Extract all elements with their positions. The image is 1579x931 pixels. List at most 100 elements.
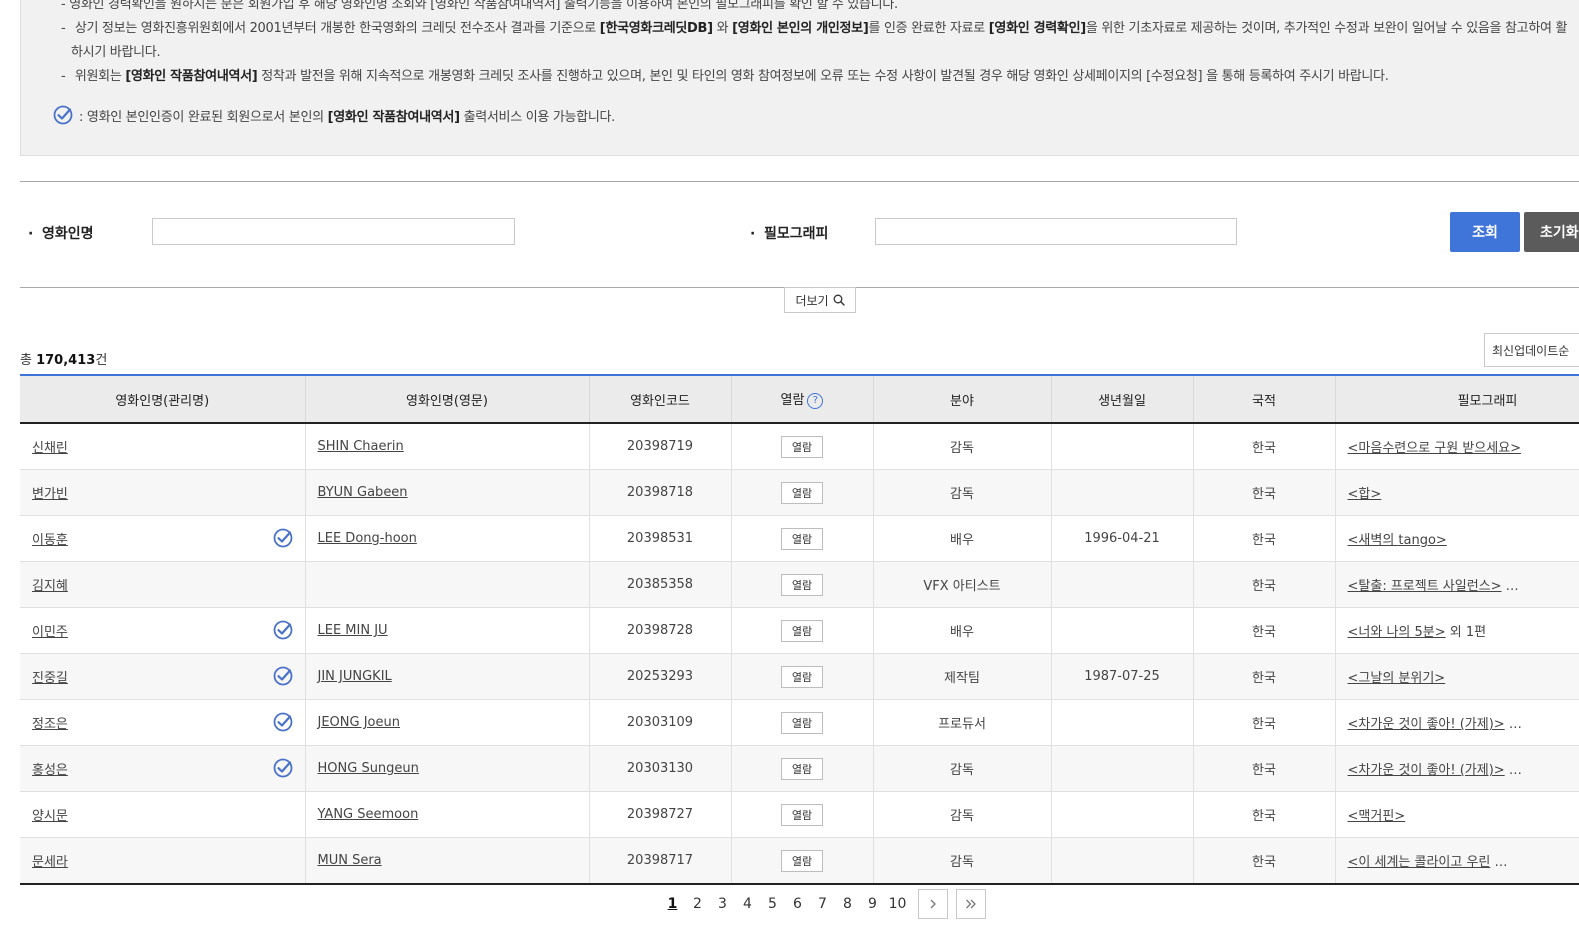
person-name-link[interactable]: 김지혜 — [32, 579, 68, 594]
filmo-link[interactable]: <새벽의 tango> — [1348, 533, 1447, 548]
table-row: 진중길 JIN JUNGKIL 20253293 열람 제작팀 1987-07-25 한국 <… — [20, 653, 1579, 700]
cell-filmo: <그날의 분위기> — [1335, 653, 1579, 700]
person-name-en-link[interactable]: YANG Seemoon — [318, 807, 419, 822]
person-name-link[interactable]: 이민주 — [32, 625, 68, 640]
pagination: 1 2 3 4 5 6 7 8 9 10 — [660, 888, 986, 919]
person-name-en-link[interactable]: JIN JUNGKIL — [318, 669, 392, 684]
cell-code: 20398719 — [589, 423, 732, 470]
filmo-link[interactable]: <마음수련으로 구원 받으세요> — [1348, 441, 1522, 456]
filmo-link[interactable]: <합> — [1348, 487, 1382, 502]
cell-filmo: <새벽의 tango> — [1335, 515, 1579, 562]
verified-check-icon — [273, 758, 292, 778]
person-name-link[interactable]: 진중길 — [32, 671, 68, 686]
person-name-en-link[interactable]: BYUN Gabeen — [318, 485, 408, 500]
name-search-input[interactable] — [152, 218, 515, 245]
view-button[interactable]: 열람 — [781, 619, 823, 642]
header-nation[interactable]: 국적 — [1193, 375, 1336, 424]
person-name-link[interactable]: 문세라 — [32, 855, 68, 870]
verified-check-icon — [273, 528, 292, 548]
view-button[interactable]: 열람 — [781, 573, 823, 596]
help-icon[interactable]: ? — [807, 392, 824, 409]
filmo-link[interactable]: <차가운 것이 좋아! (가제)> — [1348, 763, 1505, 778]
cell-name-en: LEE MIN JU — [305, 607, 590, 654]
cell-name-kr: 양시문 — [20, 791, 306, 838]
more-button[interactable]: 더보기 — [784, 287, 856, 313]
cell-name-kr: 진중길 — [20, 653, 306, 700]
table-row: 신채린 SHIN Chaerin 20398719 열람 감독 한국 <마음수련으로 구원 … — [20, 423, 1579, 470]
filmo-link[interactable]: <너와 나의 5분> — [1348, 625, 1446, 640]
page-10-link[interactable]: 10 — [885, 896, 910, 912]
view-button[interactable]: 열람 — [781, 757, 823, 780]
header-filmo[interactable]: 필모그래피 — [1335, 375, 1579, 424]
view-button[interactable]: 열람 — [781, 665, 823, 688]
cell-nation: 한국 — [1193, 837, 1336, 885]
page-9-link[interactable]: 9 — [860, 896, 885, 912]
person-name-link[interactable]: 이동훈 — [32, 533, 68, 548]
reset-button[interactable]: 초기화 — [1524, 212, 1579, 252]
filmo-link[interactable]: <맥거핀> — [1348, 809, 1406, 824]
search-button[interactable]: 조회 — [1450, 212, 1520, 252]
filmo-link[interactable]: <차가운 것이 좋아! (가제)> — [1348, 717, 1505, 732]
sort-select[interactable]: 최신업데이트순 — [1484, 333, 1579, 367]
view-button[interactable]: 열람 — [781, 849, 823, 872]
view-button[interactable]: 열람 — [781, 711, 823, 734]
header-name-kr[interactable]: 영화인명(관리명) — [20, 375, 306, 424]
cell-birth — [1051, 837, 1194, 885]
view-button[interactable]: 열람 — [781, 481, 823, 504]
cell-nation: 한국 — [1193, 423, 1336, 470]
person-name-en-link[interactable]: LEE Dong-hoon — [318, 531, 417, 546]
header-name-en[interactable]: 영화인명(영문) — [305, 375, 590, 424]
person-name-link[interactable]: 정조은 — [32, 717, 68, 732]
page-5-link[interactable]: 5 — [760, 896, 785, 912]
cell-birth — [1051, 423, 1194, 470]
cell-filmo: <너와 나의 5분> 외 1편 — [1335, 607, 1579, 654]
page-6-link[interactable]: 6 — [785, 896, 810, 912]
more-button-label: 더보기 — [795, 293, 829, 308]
person-name-en-link[interactable]: JEONG Joeun — [318, 715, 400, 730]
filmo-link[interactable]: <그날의 분위기> — [1348, 671, 1446, 686]
person-name-en-link[interactable]: LEE MIN JU — [318, 623, 388, 638]
cell-code: 20253293 — [589, 653, 732, 700]
cell-filmo: <차가운 것이 좋아! (가제)> … — [1335, 699, 1579, 746]
page-7-link[interactable]: 7 — [810, 896, 835, 912]
header-birth[interactable]: 생년월일 — [1051, 375, 1194, 424]
page-3-link[interactable]: 3 — [710, 896, 735, 912]
person-name-en-link[interactable]: SHIN Chaerin — [318, 439, 404, 454]
page-2-link[interactable]: 2 — [685, 896, 710, 912]
page-4-link[interactable]: 4 — [735, 896, 760, 912]
cell-name-en: BYUN Gabeen — [305, 469, 590, 516]
cell-name-kr: 이동훈 — [20, 515, 306, 562]
header-code[interactable]: 영화인코드 — [589, 375, 732, 424]
person-name-link[interactable]: 신채린 — [32, 441, 68, 456]
cell-filmo: <차가운 것이 좋아! (가제)> … — [1335, 745, 1579, 792]
next-page-button[interactable] — [918, 888, 948, 919]
verified-check-icon — [273, 620, 292, 640]
filmo-search-input[interactable] — [875, 218, 1237, 245]
header-field[interactable]: 분야 — [873, 375, 1052, 424]
divider-top — [20, 181, 1579, 182]
person-name-link[interactable]: 양시문 — [32, 809, 68, 824]
verified-check-icon — [53, 105, 73, 125]
view-button[interactable]: 열람 — [781, 527, 823, 550]
person-name-link[interactable]: 홍성은 — [32, 763, 68, 778]
cell-name-kr: 정조은 — [20, 699, 306, 746]
person-name-en-link[interactable]: HONG Sungeun — [318, 761, 419, 776]
cell-name-kr: 김지혜 — [20, 561, 306, 608]
cell-field: VFX 아티스트 — [873, 561, 1052, 608]
cell-code: 20398718 — [589, 469, 732, 516]
cell-field: 프로듀서 — [873, 699, 1052, 746]
person-name-link[interactable]: 변가빈 — [32, 487, 68, 502]
page-8-link[interactable]: 8 — [835, 896, 860, 912]
view-button[interactable]: 열람 — [781, 435, 823, 458]
chevron-right-icon — [930, 899, 936, 908]
filmo-link[interactable]: <탈출: 프로젝트 사일런스> — [1348, 579, 1502, 594]
cell-name-en: SHIN Chaerin — [305, 423, 590, 470]
filmo-more: … — [1504, 763, 1522, 778]
filmo-link[interactable]: <이 세계는 콜라이고 우린 — [1348, 855, 1491, 870]
cell-nation: 한국 — [1193, 745, 1336, 792]
last-page-button[interactable] — [956, 888, 986, 919]
person-name-en-link[interactable]: MUN Sera — [318, 853, 382, 868]
view-button[interactable]: 열람 — [781, 803, 823, 826]
page-1-link[interactable]: 1 — [660, 896, 685, 912]
cell-field: 감독 — [873, 469, 1052, 516]
